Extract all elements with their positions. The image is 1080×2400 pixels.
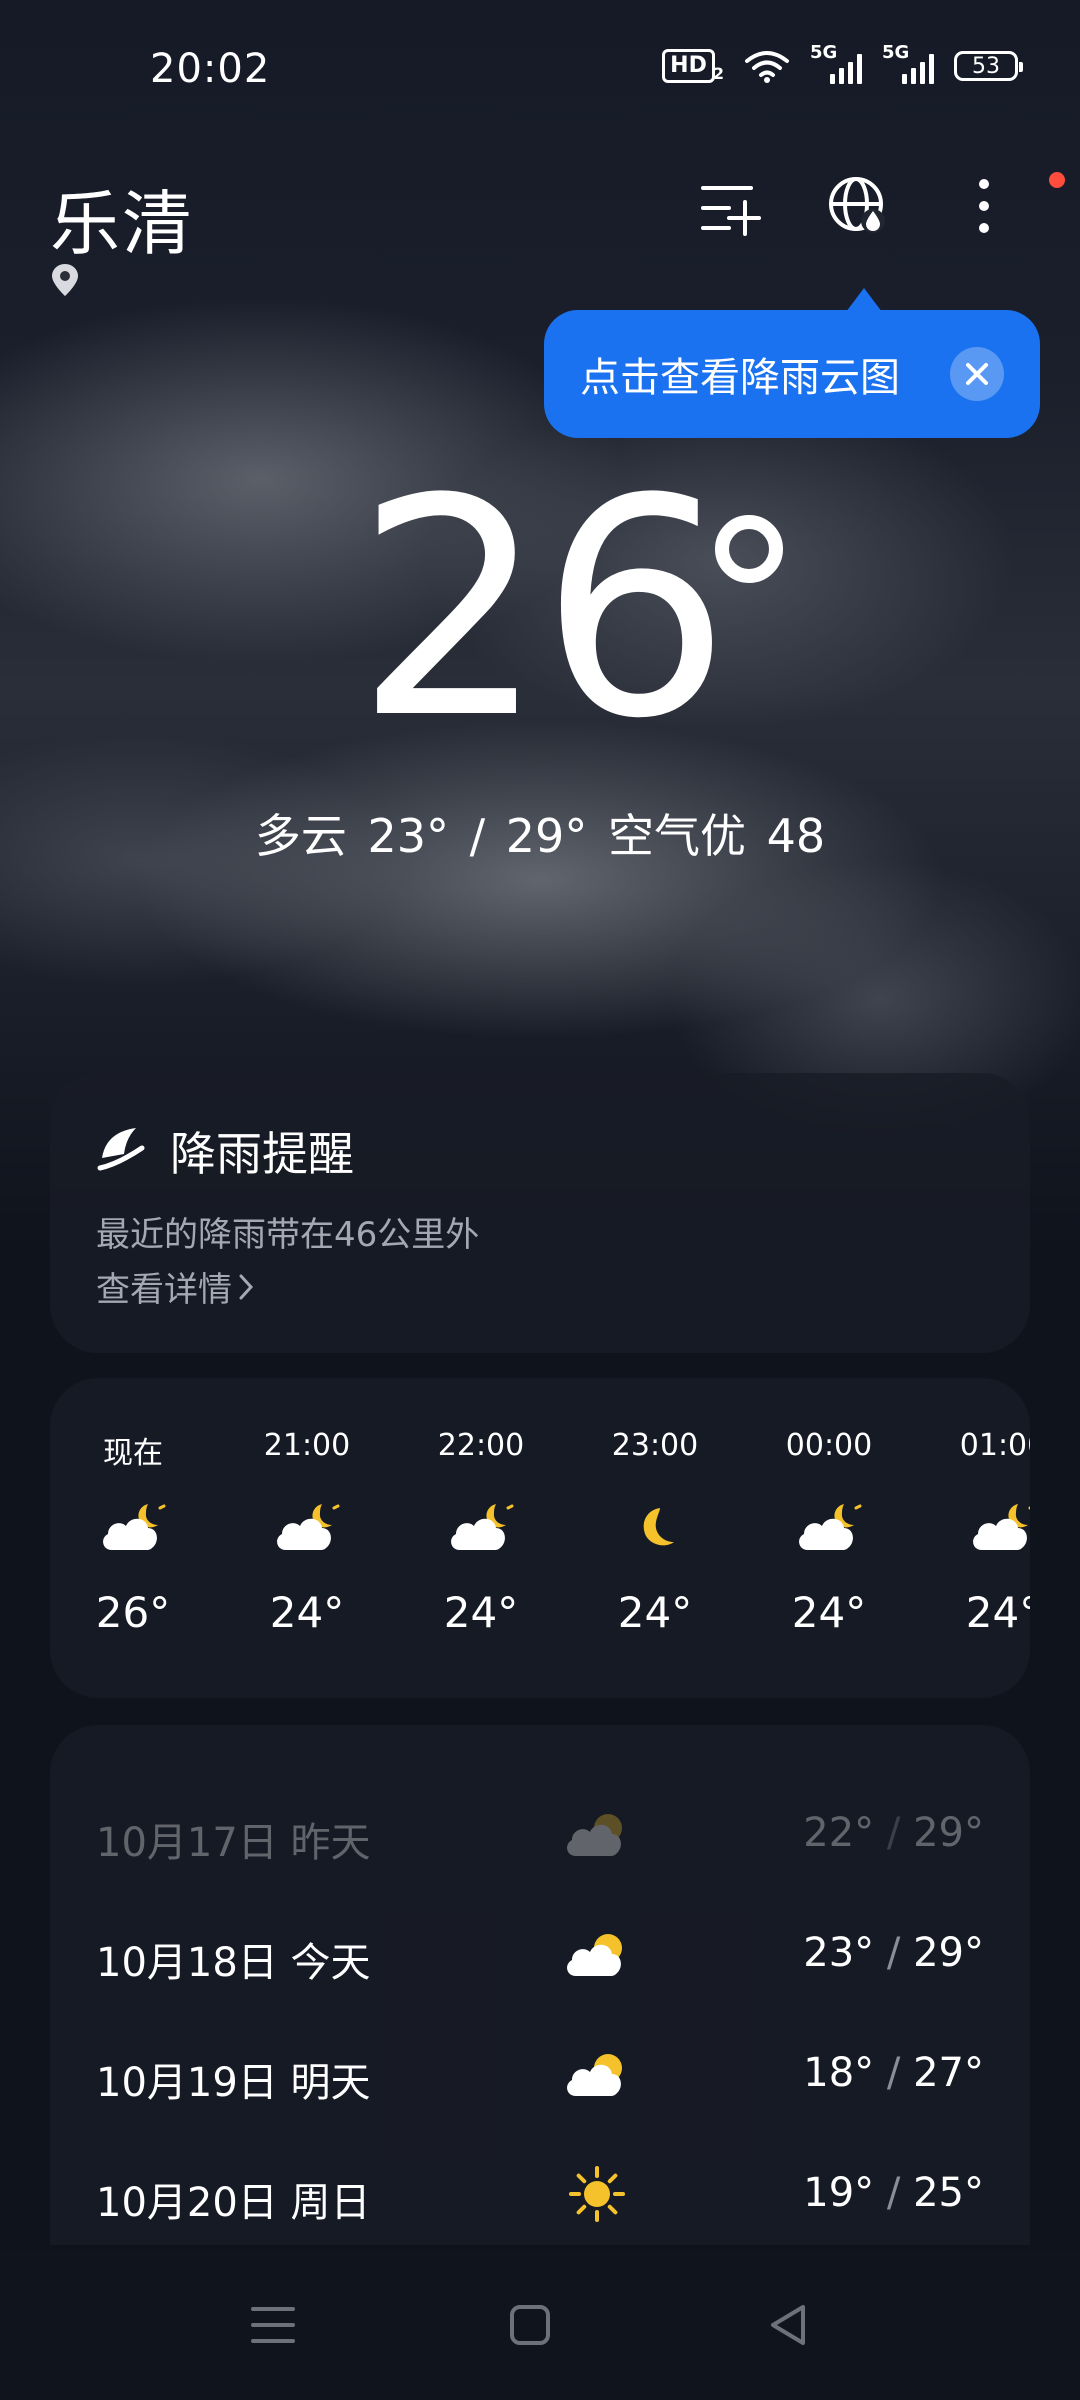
hourly-temp: 26° — [95, 1588, 171, 1637]
tooltip-close-button[interactable] — [950, 347, 1004, 401]
daily-high: 29° — [913, 1930, 984, 1976]
hourly-temp: 24° — [269, 1588, 345, 1637]
daily-low: 22° — [803, 1810, 875, 1856]
partly-cloudy-icon — [562, 2044, 632, 2104]
hourly-time: 01:00 — [959, 1428, 1030, 1463]
partly-cloudy-icon — [562, 1804, 632, 1864]
partly-cloudy-night-icon — [446, 1498, 516, 1558]
battery-icon: 53 — [954, 51, 1023, 81]
moon-icon — [620, 1498, 690, 1558]
daily-high: 27° — [913, 2050, 984, 2096]
home-square-icon — [510, 2305, 550, 2345]
hourly-temp: 24° — [617, 1588, 693, 1637]
current-temperature: 26 — [355, 435, 731, 784]
back-triangle-icon — [771, 2305, 805, 2345]
daily-date: 10月17日 昨天 — [96, 1820, 371, 1866]
daily-row[interactable]: 10月19日 明天 18° / 27° — [50, 2020, 1030, 2130]
daily-row[interactable]: 10月18日 今天 23° / 29° — [50, 1900, 1030, 2010]
city-list-add-button[interactable] — [690, 168, 770, 248]
status-icons: HD 2 5G 5G 53 — [662, 42, 1023, 84]
daily-temp-range: 23° / 29° — [803, 1930, 984, 1976]
more-menu-icon — [979, 179, 989, 233]
daily-date: 10月18日 今天 — [96, 1940, 371, 1986]
degree-symbol — [715, 515, 783, 583]
rain-alert-description: 最近的降雨带在46公里外 — [96, 1215, 480, 1255]
hourly-temp: 24° — [965, 1588, 1030, 1637]
daily-row[interactable]: 10月20日 周日 19° / 25° — [50, 2140, 1030, 2250]
hourly-time: 现在 — [103, 1436, 163, 1471]
weather-summary: 多云 23° / 29° 空气优 48 — [254, 809, 826, 863]
daily-high: 25° — [913, 2170, 984, 2216]
daily-temp-range: 19° / 25° — [803, 2170, 984, 2216]
location-pin-icon — [52, 264, 78, 296]
signal-icon-1: 5G — [810, 42, 862, 84]
partly-cloudy-night-icon — [272, 1498, 342, 1558]
signal-icon-2: 5G — [882, 42, 934, 84]
daily-low: 19° — [803, 2170, 875, 2216]
notification-dot — [1049, 172, 1065, 188]
daily-row[interactable]: 10月17日 昨天 22° / 29° — [50, 1780, 1030, 1890]
daily-high: 29° — [913, 1810, 984, 1856]
daily-temp-range: 22° / 29° — [803, 1810, 984, 1856]
status-time: 20:02 — [150, 46, 271, 92]
hourly-time: 22:00 — [437, 1428, 525, 1463]
city-list-add-icon — [701, 186, 761, 236]
details-link-text: 查看详情 — [96, 1270, 232, 1310]
rain-map-button[interactable] — [818, 166, 898, 246]
rain-alert-details-link[interactable]: 查看详情 — [96, 1262, 254, 1311]
more-menu-button[interactable] — [944, 166, 1024, 246]
sunny-icon — [562, 2164, 632, 2224]
chevron-right-icon — [239, 1274, 254, 1299]
hourly-forecast-card[interactable]: 现在 26° 21:00 24° 22:00 24° 23:00 24° 00:00 24° 01:… — [50, 1378, 1030, 1698]
partly-cloudy-night-icon — [98, 1498, 168, 1558]
hourly-time: 21:00 — [263, 1428, 351, 1463]
city-name[interactable]: 乐清 — [50, 168, 194, 269]
home-button[interactable] — [490, 2290, 570, 2360]
close-icon — [966, 363, 988, 385]
wifi-icon — [745, 51, 789, 83]
daily-low: 18° — [803, 2050, 875, 2096]
hourly-temp: 24° — [791, 1588, 867, 1637]
globe-rain-map-icon — [829, 177, 885, 233]
menu-lines-icon — [251, 2307, 295, 2343]
umbrella-icon — [97, 1128, 145, 1171]
daily-temp-range: 18° / 27° — [803, 2050, 984, 2096]
partly-cloudy-icon — [562, 1924, 632, 1984]
hd-badge: HD 2 — [662, 49, 724, 83]
daily-date: 10月19日 明天 — [96, 2060, 371, 2106]
partly-cloudy-night-icon — [968, 1498, 1030, 1558]
hourly-temp: 24° — [443, 1588, 519, 1637]
hourly-time: 23:00 — [611, 1428, 699, 1463]
rain-alert-title: 降雨提醒 — [170, 1127, 354, 1181]
recent-apps-button[interactable] — [233, 2290, 313, 2360]
back-button[interactable] — [748, 2290, 828, 2360]
daily-low: 23° — [803, 1930, 875, 1976]
hourly-time: 00:00 — [785, 1428, 873, 1463]
daily-date: 10月20日 周日 — [96, 2180, 371, 2226]
partly-cloudy-night-icon — [794, 1498, 864, 1558]
rain-map-tooltip[interactable]: 点击查看降雨云图 — [544, 288, 1040, 438]
tooltip-text: 点击查看降雨云图 — [580, 355, 900, 401]
